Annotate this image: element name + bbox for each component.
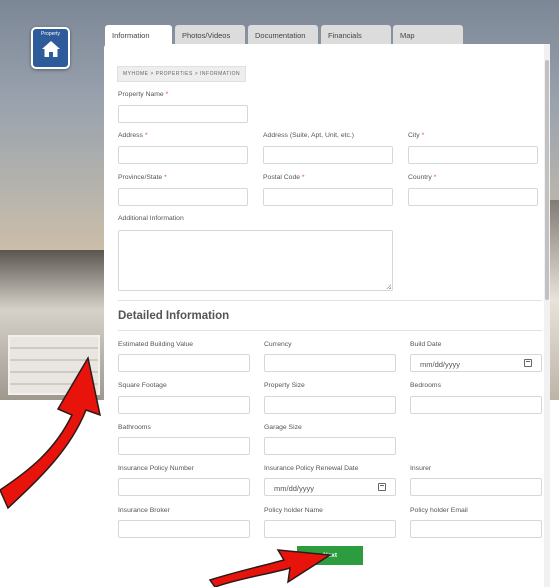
build-date-input[interactable]: mm/dd/yyyy	[410, 354, 542, 372]
property-size-input[interactable]	[264, 396, 396, 414]
holder-email-input[interactable]	[410, 520, 542, 538]
additional-info-textarea[interactable]	[118, 230, 393, 291]
calendar-icon[interactable]	[524, 359, 532, 367]
address2-input[interactable]	[263, 146, 393, 164]
property-name-input[interactable]	[118, 105, 248, 123]
postal-code-input[interactable]	[263, 188, 393, 206]
detailed-info-heading: Detailed Information	[118, 310, 230, 322]
estimated-value-input[interactable]	[118, 354, 250, 372]
address2-label: Address (Suite, Apt, Unit, etc.)	[263, 132, 355, 139]
tab-information[interactable]: Information	[105, 25, 172, 45]
next-button[interactable]: Next	[297, 546, 363, 565]
garage-size-label: Garage Size	[264, 424, 302, 431]
policy-number-input[interactable]	[118, 478, 250, 496]
logo-label: Property	[41, 31, 60, 37]
calendar-icon[interactable]	[378, 483, 386, 491]
property-size-label: Property Size	[264, 382, 305, 389]
section-divider	[118, 300, 542, 301]
tab-financials[interactable]: Financials	[321, 25, 391, 45]
insurer-label: Insurer	[410, 465, 432, 472]
holder-email-label: Policy holder Email	[410, 507, 468, 514]
additional-info-label: Additional Information	[118, 215, 184, 222]
currency-select[interactable]	[264, 354, 396, 372]
resize-grip-icon[interactable]	[386, 284, 391, 289]
country-input[interactable]	[408, 188, 538, 206]
address-input[interactable]	[118, 146, 248, 164]
scrollbar-thumb[interactable]	[545, 60, 549, 300]
currency-label: Currency	[264, 341, 292, 348]
city-input[interactable]	[408, 146, 538, 164]
tab-photos-videos[interactable]: Photos/Videos	[175, 25, 245, 45]
renewal-date-input[interactable]: mm/dd/yyyy	[264, 478, 396, 496]
section-divider	[118, 330, 542, 331]
bathrooms-input[interactable]	[118, 437, 250, 455]
estimated-value-label: Estimated Building Value	[118, 341, 194, 348]
square-footage-input[interactable]	[118, 396, 250, 414]
bathrooms-label: Bathrooms	[118, 424, 151, 431]
square-footage-label: Square Footage	[118, 382, 167, 389]
broker-input[interactable]	[118, 520, 250, 538]
garage-door	[8, 335, 100, 395]
bedrooms-input[interactable]	[410, 396, 542, 414]
province-label: Province/State *	[118, 174, 167, 181]
app-logo[interactable]: Property	[31, 27, 70, 69]
broker-label: Insurance Broker	[118, 507, 170, 514]
bedrooms-label: Bedrooms	[410, 382, 441, 389]
home-icon	[41, 41, 60, 57]
tab-map[interactable]: Map	[393, 25, 463, 45]
city-label: City *	[408, 132, 425, 139]
renewal-date-label: Insurance Policy Renewal Date	[264, 465, 359, 472]
policy-number-label: Insurance Policy Number	[118, 465, 194, 472]
build-date-label: Build Date	[410, 341, 442, 348]
insurer-input[interactable]	[410, 478, 542, 496]
postal-code-label: Postal Code *	[263, 174, 305, 181]
address-label: Address *	[118, 132, 148, 139]
renewal-date-placeholder: mm/dd/yyyy	[274, 484, 315, 493]
holder-name-input[interactable]	[264, 520, 396, 538]
build-date-placeholder: mm/dd/yyyy	[420, 360, 461, 369]
country-label: Country *	[408, 174, 437, 181]
province-input[interactable]	[118, 188, 248, 206]
breadcrumb: MYHOME > PROPERTIES > INFORMATION	[117, 66, 247, 82]
holder-name-label: Policy holder Name	[264, 507, 323, 514]
tab-documentation[interactable]: Documentation	[248, 25, 318, 45]
property-name-label: Property Name *	[118, 91, 169, 98]
garage-size-input[interactable]	[264, 437, 396, 455]
